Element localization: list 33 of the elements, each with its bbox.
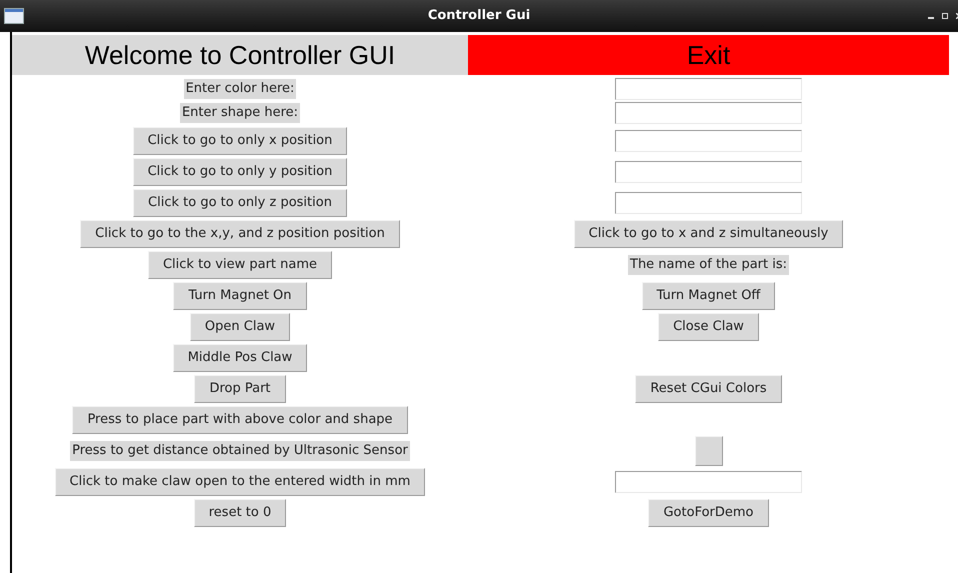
window-icon [4,8,24,24]
action-button[interactable]: Click to view part name [148,250,332,278]
field-label: Enter shape here: [180,103,300,123]
maximize-icon[interactable] [942,13,948,19]
action-button[interactable]: Open Claw [190,312,290,340]
welcome-label: Welcome to Controller GUI [12,35,468,75]
action-button[interactable]: Click to go to the x,y, and z position position [80,220,400,248]
action-button[interactable]: Turn Magnet On [173,282,307,310]
action-button[interactable]: Press to place part with above color and shape [72,406,408,434]
action-button[interactable]: Click to go to only y position [132,158,348,186]
blank-button[interactable] [694,436,722,466]
action-button[interactable]: Click to go to only x position [132,126,348,154]
action-button[interactable]: Click to make claw open to the entered width in mm [54,468,426,496]
input-field[interactable] [615,160,802,182]
exit-button[interactable]: Exit [468,35,949,75]
input-field[interactable] [615,470,802,492]
field-label: Press to get distance obtained by Ultrasonic Sensor [70,440,410,460]
action-button[interactable]: Middle Pos Claw [172,344,308,372]
action-button[interactable]: Click to go to only z position [133,188,347,216]
input-field[interactable] [615,78,802,100]
field-label: The name of the part is: [628,254,789,274]
action-button[interactable]: Click to go to x and z simultaneously [574,220,844,248]
input-field[interactable] [615,192,802,214]
action-button[interactable]: Close Claw [658,312,759,340]
input-field[interactable] [615,102,802,124]
window-title: Controller Gui [428,7,530,26]
action-button[interactable]: GotoForDemo [648,498,769,526]
action-button[interactable]: Reset CGui Colors [635,374,782,402]
action-button[interactable]: Drop Part [194,374,286,402]
field-label: Enter color here: [184,79,296,99]
action-button[interactable]: reset to 0 [194,498,286,526]
input-field[interactable] [615,130,802,152]
action-button[interactable]: Turn Magnet Off [642,282,776,310]
